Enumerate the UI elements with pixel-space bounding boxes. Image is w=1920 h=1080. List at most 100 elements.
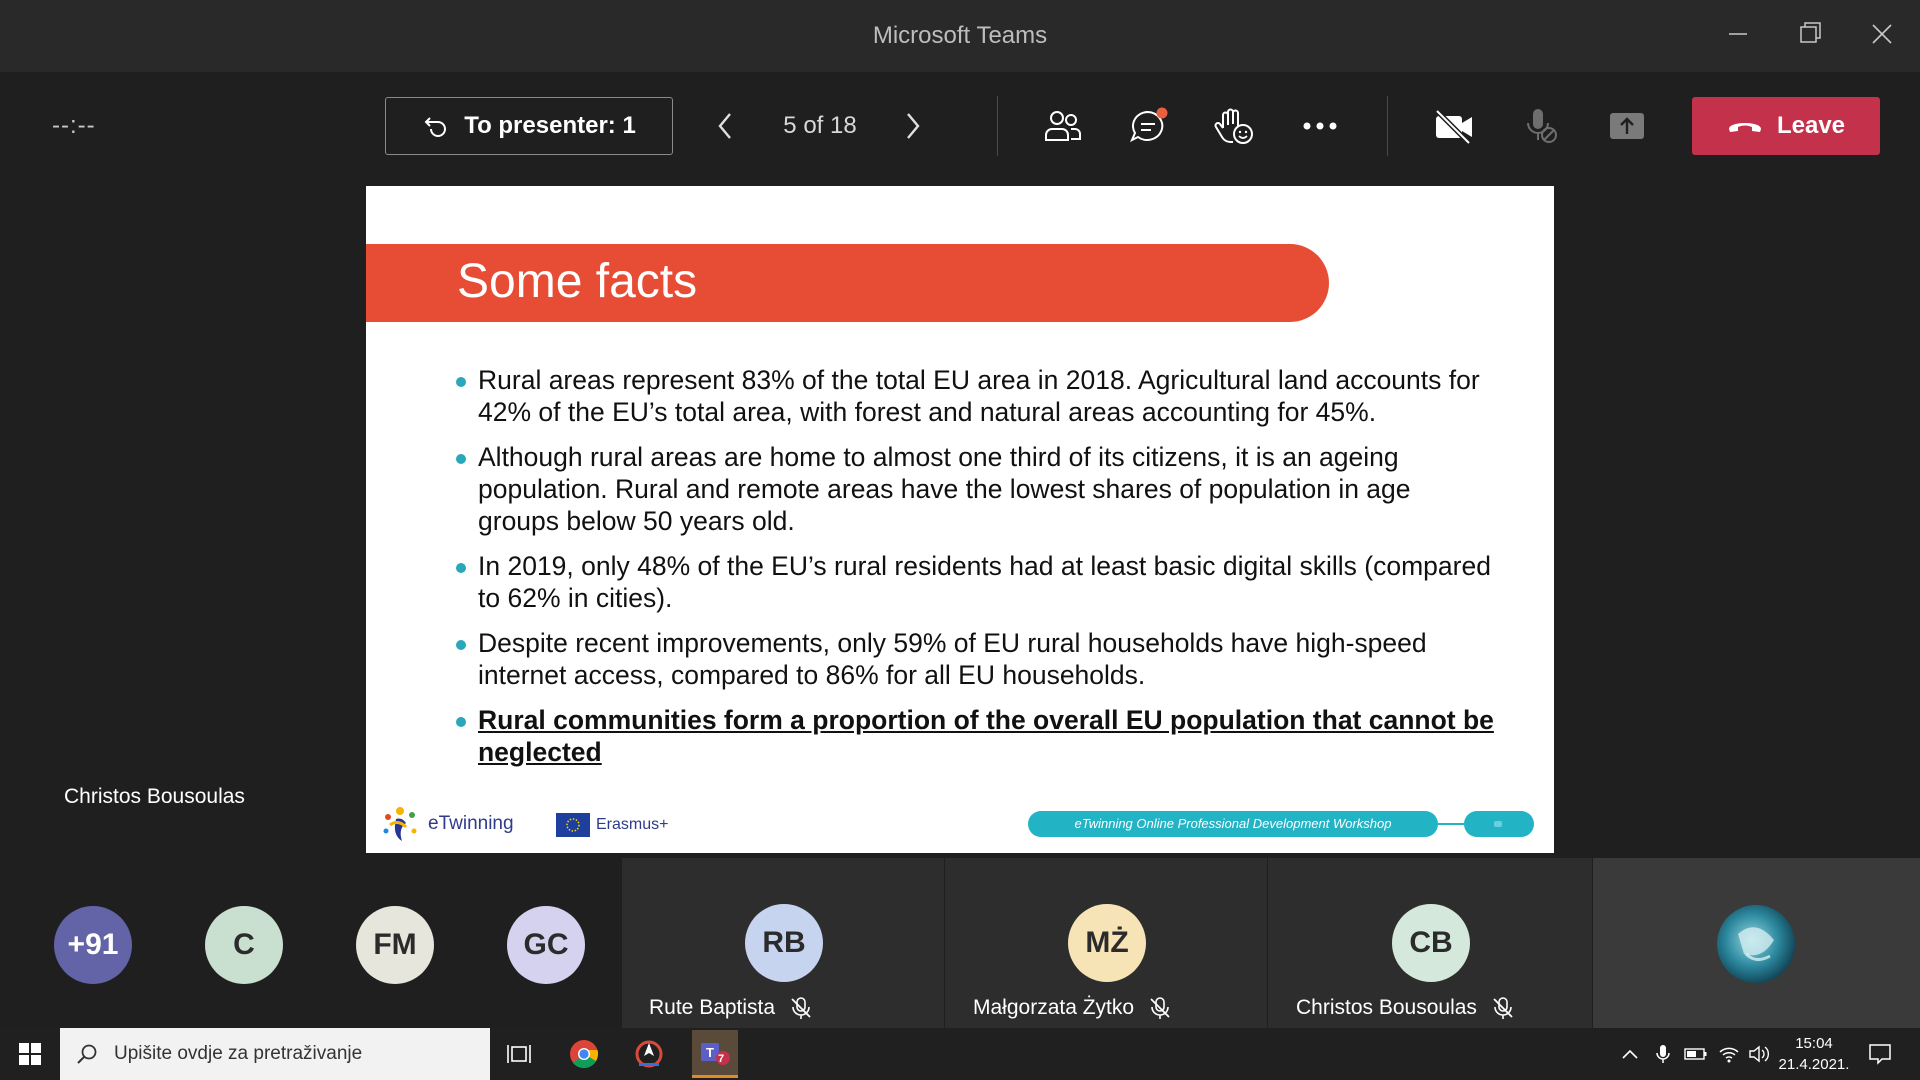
participant-tile[interactable]: RB Rute Baptista	[622, 858, 944, 1028]
participant-tile[interactable]: CB Christos Bousoulas	[1268, 858, 1592, 1028]
toolbar-divider	[997, 96, 998, 156]
participant-name: Małgorzata Żytko	[973, 996, 1135, 1019]
chrome-icon	[570, 1040, 599, 1069]
system-tray	[1620, 1028, 1772, 1080]
slide-bullet-emphasis: Rural communities form a proportion of t…	[456, 704, 1496, 768]
footer-connector	[1438, 823, 1466, 825]
workshop-footer-pill: eTwinning Online Professional Developmen…	[1028, 811, 1438, 837]
teams-taskbar-button[interactable]: T 7	[692, 1030, 738, 1078]
chat-unread-dot	[1156, 107, 1168, 119]
to-presenter-label: To presenter: 1	[464, 112, 636, 139]
camera-toggle-button[interactable]	[1430, 102, 1478, 150]
shared-slide: Some facts Rural areas represent 83% of …	[366, 186, 1554, 853]
eu-flag-icon	[556, 813, 590, 837]
meeting-timer: --:--	[52, 112, 96, 139]
minimize-button[interactable]	[1716, 14, 1760, 58]
participant-avatar: CB	[1392, 904, 1470, 982]
app-rocket-icon	[635, 1040, 663, 1068]
next-slide-button[interactable]	[893, 106, 933, 146]
chat-button[interactable]	[1125, 102, 1173, 150]
erasmus-logo-text: Erasmus+	[596, 816, 669, 833]
to-presenter-button[interactable]: To presenter: 1	[385, 97, 673, 155]
slide-bullet: Despite recent improvements, only 59% of…	[456, 627, 1496, 691]
sync-arrow-icon	[424, 117, 447, 137]
more-horizontal-icon	[1303, 122, 1337, 130]
microphone-toggle-button[interactable]	[1517, 102, 1565, 150]
participant-name: Christos Bousoulas	[1296, 996, 1477, 1019]
participant-avatar[interactable]: C	[205, 906, 283, 984]
windows-logo-icon	[19, 1043, 41, 1065]
leave-button[interactable]: Leave	[1692, 97, 1880, 155]
chevron-up-icon[interactable]	[1620, 1046, 1640, 1062]
toolbar-divider	[1387, 96, 1388, 156]
share-tray-icon	[1610, 113, 1644, 139]
more-actions-button[interactable]	[1296, 102, 1344, 150]
chevron-right-icon	[907, 113, 920, 139]
participant-name: Rute Baptista	[649, 996, 776, 1019]
chat-icon	[1130, 107, 1168, 143]
slide-page-indicator: 5 of 18	[783, 112, 857, 139]
task-view-icon	[507, 1045, 531, 1063]
leave-label: Leave	[1776, 112, 1846, 139]
restore-button[interactable]	[1788, 14, 1832, 58]
restore-icon	[1800, 22, 1821, 43]
close-button[interactable]	[1860, 14, 1904, 58]
previous-slide-button[interactable]	[705, 106, 745, 146]
erasmus-logo: Erasmus+	[556, 813, 668, 837]
search-icon	[77, 1044, 97, 1064]
share-screen-button[interactable]	[1603, 102, 1651, 150]
notifications-button[interactable]	[1858, 1032, 1902, 1076]
etwinning-logo: eTwinning	[378, 803, 514, 845]
slide-bullet: Although rural areas are home to almost …	[456, 441, 1496, 537]
reactions-button[interactable]	[1210, 102, 1258, 150]
app-taskbar-button[interactable]	[627, 1032, 671, 1076]
window-title: Microsoft Teams	[872, 22, 1048, 49]
participant-strip: +91 C FM GC RB Rute Baptista MŻ Małgorza…	[0, 858, 1920, 1028]
volume-icon[interactable]	[1748, 1044, 1772, 1064]
taskbar-clock[interactable]: 15:04 21.4.2021.	[1770, 1033, 1858, 1075]
wifi-icon[interactable]	[1718, 1044, 1740, 1064]
microphone-tray-icon[interactable]	[1654, 1043, 1672, 1065]
microphone-off-icon	[1527, 109, 1557, 143]
slide-title-banner: Some facts	[366, 244, 1329, 322]
people-icon	[1045, 111, 1081, 141]
participant-avatar: RB	[745, 904, 823, 982]
hang-up-icon	[1728, 123, 1761, 132]
participant-name-row: Rute Baptista	[649, 996, 813, 1020]
profile-photo-avatar	[1717, 905, 1795, 983]
participant-name-row: Christos Bousoulas	[1296, 996, 1515, 1020]
raise-hand-icon	[1214, 108, 1253, 144]
slide-bullet-list: Rural areas represent 83% of the total E…	[456, 364, 1496, 781]
self-video-tile[interactable]	[1593, 858, 1920, 1028]
participants-button[interactable]	[1039, 102, 1087, 150]
participant-name-row: Małgorzata Żytko	[973, 996, 1172, 1020]
close-icon	[1872, 24, 1892, 44]
participant-avatar[interactable]: FM	[356, 906, 434, 984]
slide-bullet: In 2019, only 48% of the EU’s rural resi…	[456, 550, 1496, 614]
windows-taskbar: Upišite ovdje za pretraživanje T 7 15:04…	[0, 1028, 1920, 1080]
svg-text:T: T	[706, 1045, 714, 1060]
battery-icon[interactable]	[1684, 1046, 1708, 1062]
task-view-button[interactable]	[498, 1032, 542, 1076]
participant-avatar: MŻ	[1068, 904, 1146, 982]
clock-date: 21.4.2021.	[1778, 1056, 1850, 1073]
chrome-taskbar-button[interactable]	[562, 1032, 606, 1076]
etwinning-logo-text: eTwinning	[428, 813, 514, 834]
start-button[interactable]	[8, 1032, 52, 1076]
footer-slide-number-pill	[1464, 811, 1534, 837]
mic-muted-icon	[791, 997, 811, 1019]
slide-title: Some facts	[457, 255, 698, 308]
meeting-toolbar: --:-- To presenter: 1 5 of 18 Leave	[0, 72, 1920, 180]
action-center-icon	[1869, 1044, 1891, 1065]
participant-tile[interactable]: MŻ Małgorzata Żytko	[945, 858, 1267, 1028]
teams-notification-badge: 7	[717, 1053, 725, 1065]
more-participants-avatar[interactable]: +91	[54, 906, 132, 984]
taskbar-search-placeholder: Upišite ovdje za pretraživanje	[114, 1043, 363, 1064]
participant-avatar[interactable]: GC	[507, 906, 585, 984]
minimize-icon	[1729, 33, 1747, 35]
camera-off-icon	[1435, 109, 1472, 144]
taskbar-search-box[interactable]: Upišite ovdje za pretraživanje	[60, 1028, 490, 1080]
title-bar: Microsoft Teams	[0, 0, 1920, 72]
clock-time: 15:04	[1795, 1035, 1833, 1052]
presenter-name: Christos Bousoulas	[64, 785, 245, 808]
